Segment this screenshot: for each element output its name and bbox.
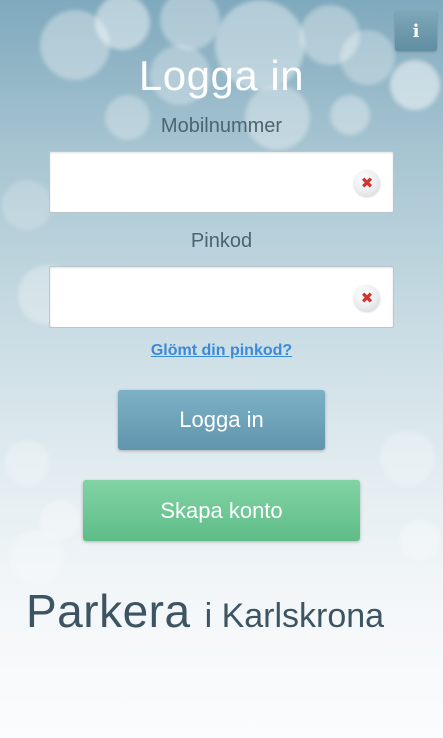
page-title: Logga in	[138, 52, 305, 99]
clear-mobile-button[interactable]: ✖	[354, 170, 380, 196]
background-bokeh	[380, 430, 435, 485]
login-button[interactable]: Logga in	[118, 390, 325, 450]
mobile-number-field[interactable]: ✖	[49, 151, 394, 214]
login-screen: i Logga in Mobilnummer ✖ Pinkod ✖ Glömt …	[0, 0, 443, 738]
mobile-number-label: Mobilnummer	[160, 115, 283, 137]
brand-city: i Karlskrona	[204, 597, 385, 635]
brand-logo: Parkera i Karlskrona	[26, 584, 384, 638]
mobile-number-input[interactable]	[60, 152, 344, 214]
pin-code-label: Pinkod	[190, 230, 253, 252]
forgot-pin-link[interactable]: Glömt din pinkod?	[0, 342, 443, 360]
brand-name: Parkera	[26, 585, 191, 637]
background-bokeh	[5, 440, 50, 485]
clear-icon: ✖	[360, 288, 374, 307]
clear-icon: ✖	[360, 173, 374, 192]
clear-pin-button[interactable]: ✖	[354, 285, 380, 311]
pin-code-input[interactable]	[60, 267, 344, 329]
background-bokeh	[400, 520, 440, 560]
info-icon: i	[412, 20, 420, 42]
create-account-button[interactable]: Skapa konto	[83, 480, 360, 541]
background-bokeh	[160, 0, 220, 50]
background-bokeh	[10, 530, 65, 585]
background-bokeh	[2, 180, 52, 230]
info-button[interactable]: i	[395, 11, 437, 51]
pin-code-field[interactable]: ✖	[49, 266, 394, 329]
background-bokeh	[95, 0, 150, 50]
